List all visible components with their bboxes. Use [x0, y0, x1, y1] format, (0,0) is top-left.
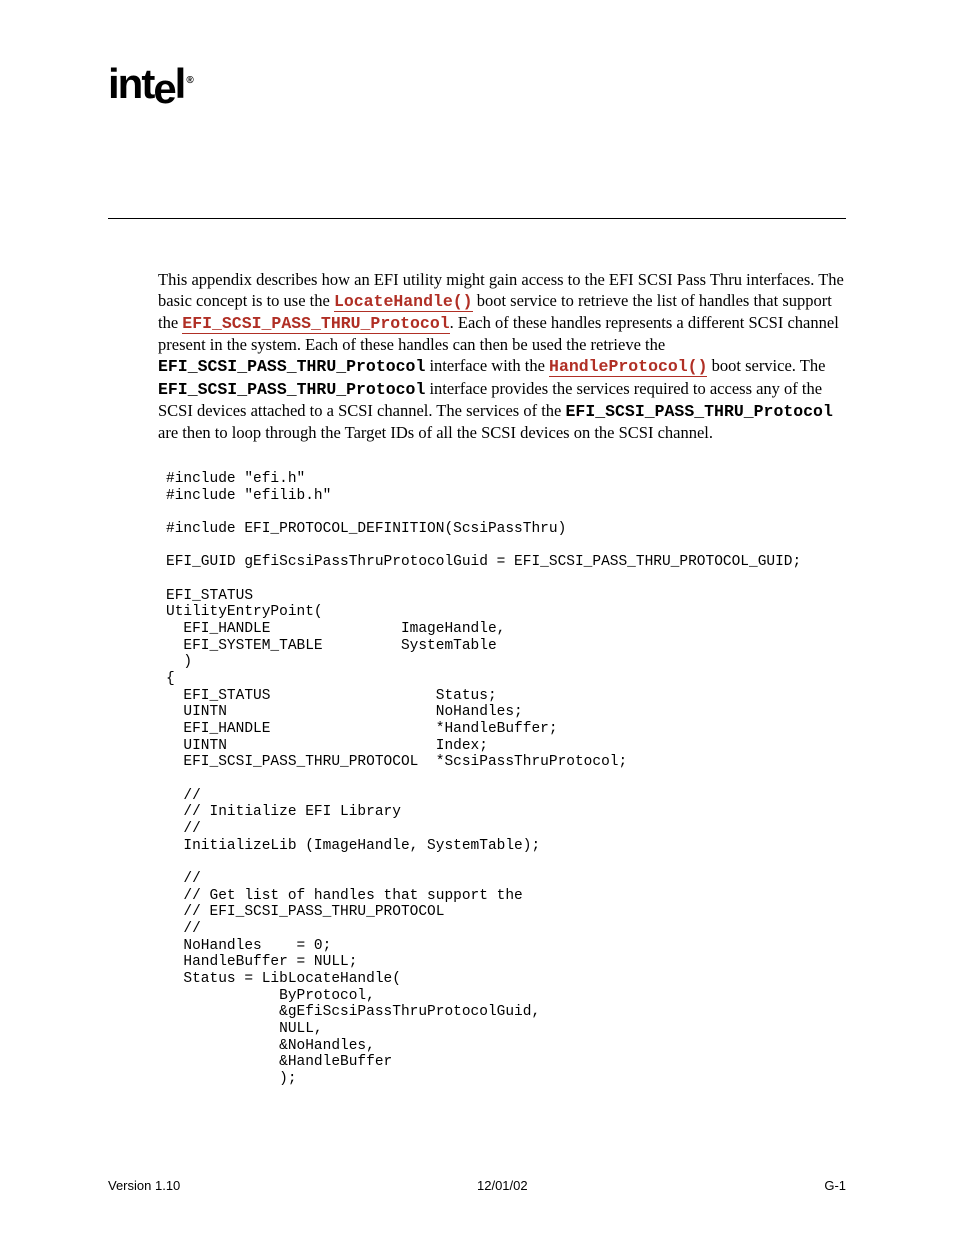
- divider-rule: [108, 218, 846, 219]
- para-text: boot service. The: [707, 356, 825, 375]
- code-inline: EFI_SCSI_PASS_THRU_Protocol: [158, 380, 425, 399]
- footer-version: Version 1.10: [108, 1178, 180, 1193]
- code-inline: EFI_SCSI_PASS_THRU_Protocol: [566, 402, 833, 421]
- page-footer: Version 1.10 12/01/02 G-1: [108, 1178, 846, 1193]
- code-block: #include "efi.h" #include "efilib.h" #in…: [166, 471, 846, 1088]
- handleprotocol-link[interactable]: HandleProtocol(): [549, 357, 707, 377]
- para-text: are then to loop through the Target IDs …: [158, 423, 713, 442]
- footer-date: 12/01/02: [477, 1178, 528, 1193]
- para-text: interface with the: [425, 356, 549, 375]
- intro-paragraph: This appendix describes how an EFI utili…: [158, 269, 846, 443]
- efi-scsi-pass-thru-protocol-link[interactable]: EFI_SCSI_PASS_THRU_Protocol: [182, 314, 449, 334]
- footer-page-number: G-1: [824, 1178, 846, 1193]
- intel-logo: intel®: [108, 60, 846, 108]
- code-inline: EFI_SCSI_PASS_THRU_Protocol: [158, 357, 425, 376]
- locatehandle-link[interactable]: LocateHandle(): [334, 292, 473, 312]
